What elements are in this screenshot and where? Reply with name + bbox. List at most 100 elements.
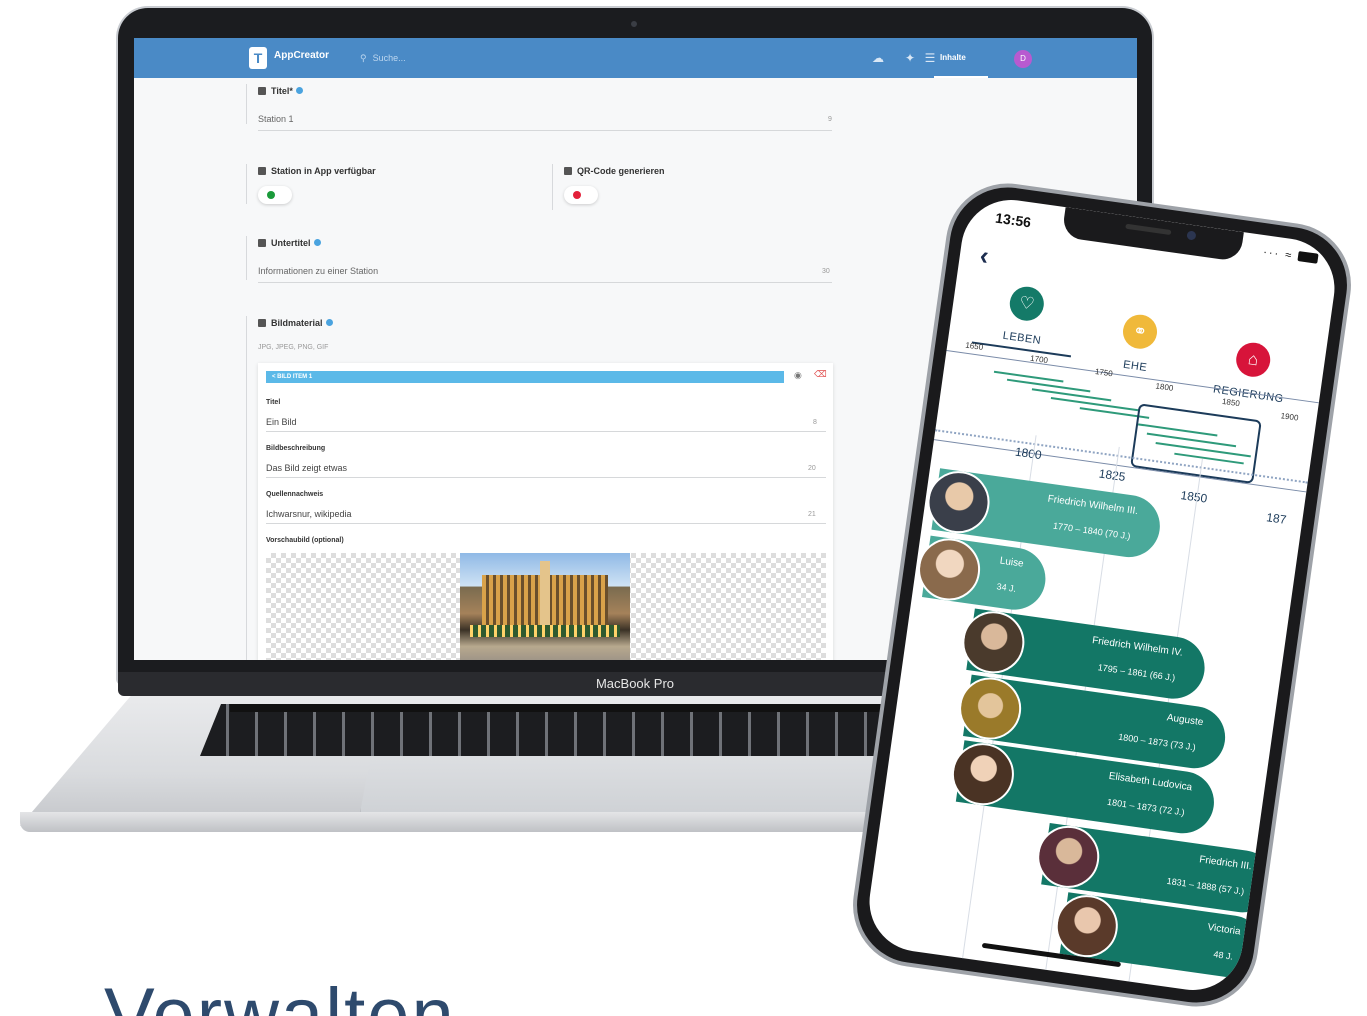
- titel-char-count: 9: [828, 116, 832, 123]
- app-name: AppCreator: [274, 50, 330, 61]
- preview-label: Vorschaubild (optional): [266, 537, 344, 544]
- portrait-avatar: [1051, 891, 1122, 962]
- axis-year: 1825: [1097, 466, 1127, 485]
- touch-bar: [230, 704, 880, 712]
- image-description-count: 20: [808, 465, 816, 472]
- axis-year: 187: [1265, 510, 1288, 527]
- section-divider: [552, 164, 553, 210]
- tab-regierung-label: REGIERUNG: [1212, 383, 1285, 406]
- image-source-input[interactable]: Ichwarsnur, wikipedia: [266, 509, 352, 519]
- checkbox-icon[interactable]: [258, 239, 266, 247]
- compass-icon[interactable]: ✦: [902, 50, 918, 66]
- front-camera-icon: [1186, 230, 1197, 241]
- person-years: 1800 – 1873 (73 J.): [1117, 731, 1197, 753]
- portrait-avatar: [958, 607, 1029, 678]
- portrait-avatar: [947, 739, 1018, 810]
- image-description-label: Bildbeschreibung: [266, 445, 326, 452]
- preview-image: [460, 553, 630, 660]
- tab-leben[interactable]: ♡ LEBEN: [967, 279, 1084, 352]
- checkbox-icon[interactable]: [258, 87, 266, 95]
- axis-year: 1800: [1014, 444, 1043, 463]
- person-bar[interactable]: Luise 34 J.: [914, 534, 1050, 614]
- layers-icon[interactable]: ☰: [922, 50, 938, 66]
- titel-input[interactable]: Station 1: [258, 114, 294, 124]
- portrait-avatar: [1033, 821, 1104, 892]
- qr-code-toggle[interactable]: [564, 186, 598, 204]
- bildmaterial-label: Bildmaterial: [258, 318, 333, 328]
- person-name: Elisabeth Ludovica: [1108, 770, 1193, 794]
- info-icon[interactable]: [325, 319, 333, 326]
- image-source-count: 21: [808, 511, 816, 518]
- person-name: Friedrich Wilhelm IV.: [1091, 635, 1184, 659]
- checkbox-icon[interactable]: [258, 319, 266, 327]
- cloud-icon[interactable]: ☁: [870, 50, 886, 66]
- portrait-avatar: [955, 673, 1026, 744]
- image-item-header[interactable]: < BILD ITEM 1: [266, 371, 784, 383]
- image-source-label: Quellennachweis: [266, 491, 324, 498]
- search-placeholder: Suche...: [372, 53, 406, 63]
- station-available-toggle[interactable]: [258, 186, 292, 204]
- image-description-underline: [266, 477, 826, 478]
- info-icon[interactable]: [295, 87, 303, 94]
- person-name: Auguste: [1166, 712, 1204, 729]
- untertitel-char-count: 30: [822, 268, 830, 275]
- rings-icon: ⚭: [1120, 312, 1160, 351]
- person-years: 1831 – 1888 (57 J.): [1166, 875, 1245, 897]
- edit-form: Titel* Station 1 9 Station in App verfüg…: [246, 78, 856, 660]
- search-icon: ⚲: [360, 53, 367, 63]
- axis-year: 1850: [1179, 488, 1209, 506]
- nav-inhalte[interactable]: Inhalte: [940, 50, 966, 66]
- overview-year: 1650: [964, 340, 984, 352]
- signal-icon: ···: [1262, 246, 1281, 261]
- user-avatar[interactable]: D: [1014, 50, 1032, 68]
- app-logo-icon[interactable]: T: [249, 47, 267, 69]
- image-source-underline: [266, 523, 826, 524]
- info-icon[interactable]: [313, 239, 321, 246]
- untertitel-underline: [258, 282, 832, 283]
- battery-icon: [1297, 251, 1319, 264]
- tab-regierung[interactable]: ⌂ REGIERUNG: [1193, 335, 1310, 408]
- status-time: 13:56: [994, 209, 1033, 231]
- preview-dropzone[interactable]: [266, 553, 826, 660]
- headline: Verwalten: [104, 973, 456, 1016]
- trash-icon[interactable]: ⌫: [814, 369, 827, 380]
- image-title-underline: [266, 431, 826, 432]
- heart-icon: ♡: [1007, 284, 1047, 323]
- overview-year: 1700: [1029, 353, 1049, 366]
- image-item-card: < BILD ITEM 1 ◉ ⌫ Titel Ein Bild 8 Bildb…: [258, 363, 833, 660]
- back-icon[interactable]: ‹: [978, 240, 991, 272]
- section-divider: [246, 164, 247, 204]
- image-title-count: 8: [813, 419, 817, 426]
- person-years: 48 J.: [1212, 949, 1234, 962]
- qr-code-label: QR-Code generieren: [564, 166, 665, 176]
- checkbox-icon[interactable]: [258, 167, 266, 175]
- overview-year: 1800: [1154, 381, 1174, 393]
- app-header: T AppCreator ⚲ Suche... ☁ ✦ ☰ Inhalte D: [134, 38, 1137, 78]
- phone-screen: 13:56 ··· ≈ ‹ ♡ LEBEN ⚭ EHE ⌂ REGIERUNG …: [863, 193, 1341, 997]
- portrait-avatar: [923, 467, 994, 538]
- building-icon: ⌂: [1234, 340, 1273, 379]
- person-name: Victoria: [1206, 921, 1242, 938]
- toggle-knob-on: [267, 191, 275, 199]
- toggle-knob-off: [573, 191, 581, 199]
- titel-underline: [258, 130, 832, 131]
- person-years: 1801 – 1873 (72 J.): [1106, 796, 1186, 818]
- search-input[interactable]: ⚲ Suche...: [360, 48, 560, 68]
- untertitel-label: Untertitel: [258, 238, 321, 248]
- checkbox-icon[interactable]: [564, 167, 572, 175]
- wifi-icon: ≈: [1284, 249, 1294, 263]
- image-description-input[interactable]: Das Bild zeigt etwas: [266, 463, 347, 473]
- trackpad: [360, 758, 880, 813]
- image-title-input[interactable]: Ein Bild: [266, 417, 297, 427]
- image-title-label: Titel: [266, 399, 281, 406]
- overview-year: 1850: [1221, 396, 1241, 409]
- bildmaterial-hint: JPG, JPEG, PNG, GIF: [258, 344, 329, 351]
- titel-label: Titel*: [258, 86, 303, 96]
- person-name: Friedrich III.: [1198, 854, 1253, 873]
- untertitel-input[interactable]: Informationen zu einer Station: [258, 266, 378, 276]
- overview-year: 1750: [1094, 366, 1114, 379]
- person-years: 1795 – 1861 (66 J.): [1097, 662, 1176, 683]
- status-icons: ··· ≈: [1262, 246, 1319, 266]
- portrait-avatar: [914, 534, 985, 605]
- eye-icon[interactable]: ◉: [794, 370, 802, 381]
